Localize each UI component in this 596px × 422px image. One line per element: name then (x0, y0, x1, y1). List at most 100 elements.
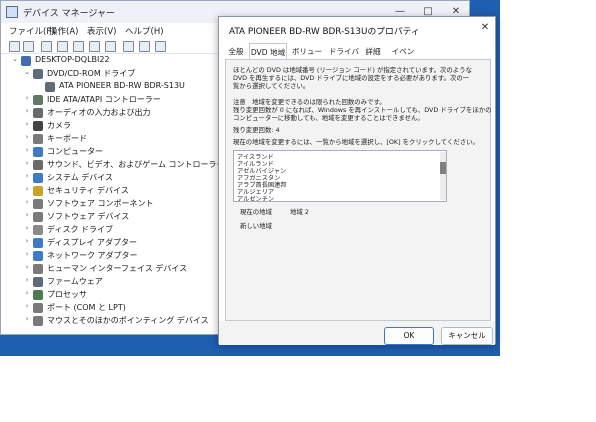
properties-icon[interactable] (57, 41, 68, 52)
tree-row[interactable]: › オーディオの入力および出力 (23, 107, 223, 120)
dvd-device-icon (45, 82, 55, 92)
tree-row[interactable]: › プロセッサ (23, 289, 223, 302)
tree-row[interactable]: ⌄ DESKTOP-DQLBI22 (11, 55, 211, 68)
dvd-region-panel: ほとんどの DVD は地域番号 (リージョン コード) が指定されています。次の… (225, 59, 492, 321)
region-list-item[interactable]: アルゼンチン (237, 194, 274, 201)
tab-dvd-region[interactable]: DVD 地域 (249, 43, 287, 60)
tree-row[interactable]: › ディスク ドライブ (23, 224, 223, 237)
tree-row[interactable]: › コンピューター (23, 146, 223, 159)
ide-controller-icon (33, 95, 43, 105)
region-list-scrollbar[interactable] (440, 152, 446, 200)
expand-icon[interactable]: › (23, 172, 31, 180)
collapse-icon[interactable]: ⌄ (11, 55, 19, 63)
expand-icon[interactable]: › (23, 289, 31, 297)
tree-row-label: オーディオの入力および出力 (47, 108, 151, 117)
tab-details[interactable]: 詳細 (363, 43, 383, 59)
region-list[interactable]: アイスランド アイルランド アゼルバイジャン アフガニスタン アラブ首長国連邦 … (233, 150, 447, 202)
intro-line: 覧から選択してください。 (233, 82, 310, 90)
dialog-title: ATA PIONEER BD-RW BDR-S13Uのプロパティ (229, 27, 420, 37)
expand-icon[interactable]: › (23, 315, 31, 323)
menu-file[interactable]: ファイル(F) (9, 25, 55, 37)
tree-row-label: ファームウェア (47, 277, 103, 286)
expand-icon[interactable]: › (23, 120, 31, 128)
expand-icon[interactable]: › (23, 250, 31, 258)
tab-volumes[interactable]: ボリューム (289, 43, 325, 67)
dialog-footer: OK キャンセル (219, 321, 495, 345)
tree-row[interactable]: › システム デバイス (23, 172, 223, 185)
firmware-icon (33, 277, 43, 287)
expand-icon[interactable]: › (23, 107, 31, 115)
instruction-text: 現在の地域を変更するには、一覧から地域を選択し、[OK] をクリックしてください… (233, 138, 479, 146)
expand-icon[interactable]: › (23, 224, 31, 232)
expand-icon[interactable]: › (23, 211, 31, 219)
tree-row[interactable]: › ヒューマン インターフェイス デバイス (23, 263, 223, 276)
tree-row[interactable]: › サウンド、ビデオ、およびゲーム コントローラー (23, 159, 225, 172)
tree-row[interactable]: › キーボード (23, 133, 223, 146)
cancel-button[interactable]: キャンセル (441, 327, 493, 345)
mouse-icon (33, 316, 43, 326)
tab-events[interactable]: イベント (389, 43, 417, 67)
sound-icon (33, 160, 43, 170)
scan-icon[interactable] (155, 41, 166, 52)
tree-row-label: ソフトウェア コンポーネント (47, 199, 154, 208)
tree-row-label: DVD/CD-ROM ドライブ (47, 69, 136, 78)
expand-icon[interactable]: › (23, 198, 31, 206)
properties-dialog: ATA PIONEER BD-RW BDR-S13Uのプロパティ ✕ 全般 DV… (218, 16, 496, 345)
menu-action[interactable]: 操作(A) (49, 25, 78, 37)
tab-strip: 全般 DVD 地域 ボリューム ドライバー 詳細 イベント (225, 43, 491, 67)
expand-icon[interactable]: › (23, 263, 31, 271)
tab-driver[interactable]: ドライバー (327, 43, 361, 67)
window-title: デバイス マネージャー (23, 9, 115, 19)
tree-row-label: ポート (COM と LPT) (47, 303, 126, 312)
note-line: コンピューターに移動しても、地域を変更することはできません。 (233, 114, 424, 122)
help-icon[interactable] (73, 41, 84, 52)
computer-icon[interactable] (105, 41, 116, 52)
collapse-icon[interactable]: ⌄ (23, 68, 31, 76)
tree-row[interactable]: › ディスプレイ アダプター (23, 237, 223, 250)
expand-icon[interactable]: › (23, 185, 31, 193)
tree-row[interactable]: › ソフトウェア デバイス (23, 211, 223, 224)
uninstall-icon[interactable] (139, 41, 150, 52)
scrollbar-thumb[interactable] (440, 162, 446, 174)
tree-row[interactable]: › ポート (COM と LPT) (23, 302, 223, 315)
expand-icon[interactable]: › (23, 302, 31, 310)
tree-row[interactable]: › セキュリティ デバイス (23, 185, 223, 198)
device-manager-icon (6, 6, 18, 18)
expand-icon[interactable]: › (23, 133, 31, 141)
back-icon[interactable] (9, 41, 20, 52)
menu-help[interactable]: ヘルプ(H) (125, 25, 164, 37)
tree-row[interactable]: ⌄ DVD/CD-ROM ドライブ (23, 68, 223, 81)
dialog-close-button[interactable]: ✕ (477, 21, 493, 35)
tree-row-label: マウスとそのほかのポインティング デバイス (47, 316, 209, 325)
speaker-icon (33, 108, 43, 118)
current-region-label: 現在の地域 (240, 208, 272, 216)
tree-row[interactable]: › マウスとそのほかのポインティング デバイス (23, 315, 223, 328)
remaining-changes: 残り変更回数: 4 (233, 126, 280, 134)
expand-icon[interactable]: › (23, 94, 31, 102)
tree-row[interactable]: › ファームウェア (23, 276, 223, 289)
disk-drive-icon (33, 225, 43, 235)
tree-row-label: プロセッサ (47, 290, 87, 299)
computer-icon (21, 56, 31, 66)
expand-icon[interactable]: › (23, 237, 31, 245)
tree-row-label: ネットワーク アダプター (47, 251, 138, 260)
ok-button[interactable]: OK (384, 327, 434, 345)
update-driver-icon[interactable] (89, 41, 100, 52)
tree-row[interactable]: › カメラ (23, 120, 223, 133)
tree-row[interactable]: › IDE ATA/ATAPI コントローラー (23, 94, 223, 107)
disable-icon[interactable] (123, 41, 134, 52)
show-hidden-icon[interactable] (41, 41, 52, 52)
forward-icon[interactable] (23, 41, 34, 52)
note-line: 注意 地域を変更できるのは限られた回数のみです。 (233, 98, 386, 106)
expand-icon[interactable]: › (23, 146, 31, 154)
expand-icon[interactable]: › (23, 159, 31, 167)
tree-row-label: サウンド、ビデオ、およびゲーム コントローラー (47, 160, 225, 169)
menu-view[interactable]: 表示(V) (87, 25, 116, 37)
tree-row[interactable]: › ソフトウェア コンポーネント (23, 198, 223, 211)
tab-general[interactable]: 全般 (225, 43, 247, 59)
tree-row[interactable]: › ネットワーク アダプター (23, 250, 223, 263)
port-icon (33, 303, 43, 313)
tree-row[interactable]: ATA PIONEER BD-RW BDR-S13U (35, 81, 235, 94)
expand-icon[interactable]: › (23, 276, 31, 284)
display-adapter-icon (33, 238, 43, 248)
